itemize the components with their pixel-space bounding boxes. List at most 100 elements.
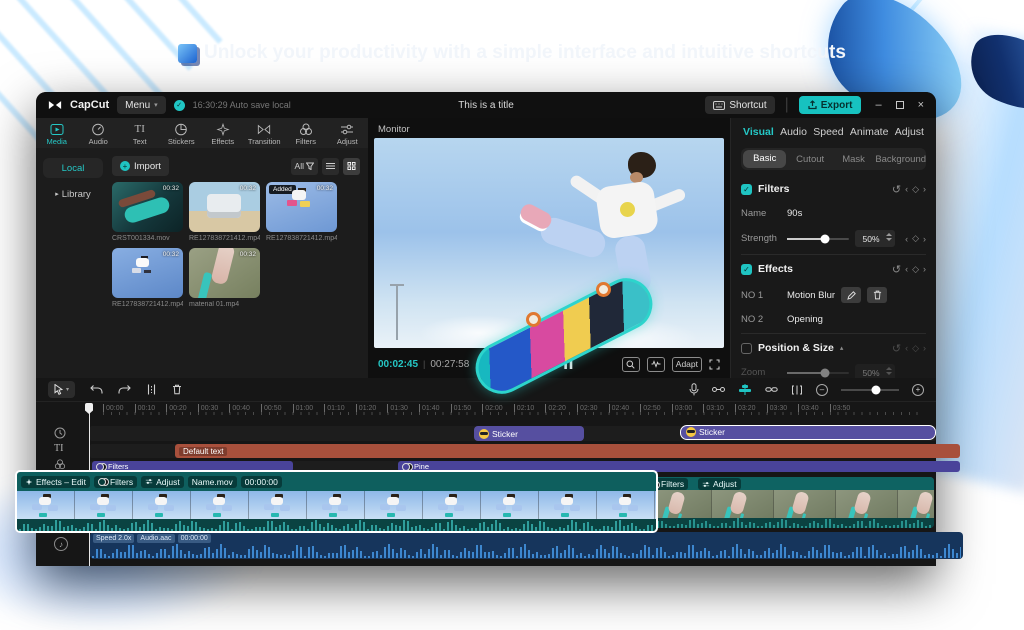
subtab-cutout[interactable]: Cutout <box>788 154 831 165</box>
zoom-property-slider[interactable] <box>787 372 849 374</box>
tab-adjust[interactable]: Adjust <box>327 121 369 146</box>
maximize-button[interactable] <box>896 101 904 109</box>
strength-slider[interactable] <box>787 238 849 240</box>
preview-axis-icon[interactable] <box>738 384 752 395</box>
position-size-checkbox[interactable] <box>741 343 752 354</box>
menu-button[interactable]: Menu ▾ <box>117 96 166 114</box>
effects-checkbox[interactable]: ✓ <box>741 264 752 275</box>
selected-video-clip-overlay[interactable]: Effects – Edit Filters Adjust Name.mov 0… <box>15 470 658 533</box>
minimize-button[interactable]: – <box>875 99 881 111</box>
keyframe-next-icon[interactable]: › <box>923 234 926 244</box>
filter-name-value[interactable]: 90s <box>787 208 802 219</box>
sticker-clip-label: Sticker <box>492 429 518 439</box>
delete-icon[interactable] <box>172 384 182 395</box>
tab-adjust-inspector[interactable]: Adjust <box>895 126 924 138</box>
sticker-clip[interactable]: Sticker <box>474 426 584 441</box>
collapse-icon[interactable]: ▴ <box>840 344 844 352</box>
media-thumbnail[interactable]: 00:32 <box>112 182 183 232</box>
audio-clip[interactable]: Speed 2.0x Audio.aac 00:00:00 <box>90 532 963 559</box>
split-clip-icon[interactable] <box>791 385 803 395</box>
subtab-basic[interactable]: Basic <box>743 150 786 168</box>
media-item[interactable]: Added 00:32 RE127838721412.mp4 <box>266 182 337 242</box>
link-icon[interactable] <box>765 385 778 394</box>
tab-audio-inspector[interactable]: Audio <box>780 126 807 138</box>
tab-filters[interactable]: Filters <box>285 121 327 146</box>
zoom-in-icon[interactable]: + <box>912 384 924 396</box>
undo-icon[interactable] <box>90 384 103 395</box>
tab-speed[interactable]: Speed <box>813 126 843 138</box>
tab-stickers[interactable]: Stickers <box>161 121 203 146</box>
list-view-button[interactable] <box>322 158 339 175</box>
effects-section-title: Effects <box>758 263 793 275</box>
ruler-tick: 00:20 <box>166 404 187 413</box>
reset-icon[interactable]: ↺ <box>892 263 901 276</box>
adapt-button[interactable]: Adapt <box>672 357 702 372</box>
timeline-zoom-slider[interactable] <box>841 389 899 391</box>
filter-all-button[interactable]: All <box>291 158 318 175</box>
media-thumbnail[interactable]: 00:32 <box>189 248 260 298</box>
keyframe-prev-icon[interactable]: ‹ <box>905 184 908 194</box>
select-tool-button[interactable]: ▾ <box>48 381 75 398</box>
media-item[interactable]: 00:32 RE127838721412.mp4 <box>112 248 183 308</box>
effect-name: Opening <box>787 314 823 325</box>
waveform-bar <box>435 523 437 531</box>
keyframe-next-icon[interactable]: › <box>923 184 926 194</box>
keyframe-diamond-icon[interactable]: ◇ <box>912 233 919 244</box>
sidebar-item-local[interactable]: Local <box>43 158 103 178</box>
delete-effect-button[interactable] <box>867 287 887 303</box>
adjust-badge[interactable]: Adjust <box>141 476 184 488</box>
media-thumbnail[interactable]: 00:32 <box>112 248 183 298</box>
sticker-clip-selected[interactable]: Sticker <box>680 425 936 440</box>
tab-media[interactable]: Media <box>36 121 78 146</box>
keyframe-next-icon[interactable]: › <box>923 264 926 274</box>
tab-audio[interactable]: Audio <box>78 121 120 146</box>
split-icon[interactable] <box>146 384 157 395</box>
filters-checkbox[interactable]: ✓ <box>741 184 752 195</box>
tab-animate[interactable]: Animate <box>850 126 889 138</box>
media-sidebar: Local ▸ Library <box>36 148 110 378</box>
media-thumbnail[interactable]: 00:32 <box>189 182 260 232</box>
waveform-bar <box>685 525 687 528</box>
subtab-mask[interactable]: Mask <box>832 154 875 165</box>
media-thumbnail[interactable]: Added 00:32 <box>266 182 337 232</box>
strength-value-box[interactable]: 50% <box>855 230 895 247</box>
filters-badge[interactable]: Filters <box>94 476 137 488</box>
sidebar-item-library[interactable]: ▸ Library <box>43 184 103 204</box>
tab-visual[interactable]: Visual <box>743 126 774 138</box>
import-button[interactable]: + Import <box>112 156 169 176</box>
timeline-ruler[interactable]: 00:0000:1000:2000:3000:4000:5001:0001:10… <box>90 403 936 417</box>
subtab-background[interactable]: Background <box>875 154 926 165</box>
stepper-icon[interactable] <box>886 233 892 241</box>
redo-icon[interactable] <box>118 384 131 395</box>
tab-effects[interactable]: Effects <box>202 121 244 146</box>
snap-icon[interactable] <box>712 385 725 394</box>
effects-edit-badge[interactable]: Effects – Edit <box>21 476 90 488</box>
grid-view-button[interactable] <box>343 158 360 175</box>
tab-transition[interactable]: Transition <box>244 121 286 146</box>
waveform-bar <box>43 524 45 531</box>
keyframe-diamond-icon[interactable]: ◇ <box>912 184 919 195</box>
waveform-bar <box>92 556 94 558</box>
reset-icon[interactable]: ↺ <box>892 183 901 196</box>
shortcut-button[interactable]: Shortcut <box>705 96 774 114</box>
zoom-out-icon[interactable]: – <box>816 384 828 396</box>
zoom-value-box[interactable]: 50% <box>855 364 895 378</box>
media-item[interactable]: 00:32 RE127838721412.mp4 <box>189 182 260 242</box>
keyframe-diamond-icon[interactable]: ◇ <box>912 264 919 275</box>
waveform-bar <box>896 554 898 558</box>
mic-icon[interactable] <box>689 383 699 396</box>
keyframe-prev-icon[interactable]: ‹ <box>905 264 908 274</box>
fullscreen-icon[interactable] <box>709 359 720 370</box>
media-item[interactable]: 00:32 CRST001334.mov <box>112 182 183 242</box>
text-clip[interactable]: Default text <box>175 444 960 458</box>
badge-label: Filters <box>661 479 684 489</box>
waveform-bar <box>128 545 130 558</box>
close-button[interactable]: × <box>918 99 924 111</box>
keyframe-prev-icon[interactable]: ‹ <box>905 234 908 244</box>
waveform-bar <box>499 523 501 531</box>
edit-effect-button[interactable] <box>841 287 861 303</box>
tab-text[interactable]: TI Text <box>119 121 161 146</box>
export-button[interactable]: Export <box>799 96 862 114</box>
waveform-bar <box>885 525 887 528</box>
media-item[interactable]: 00:32 material 01.mp4 <box>189 248 260 308</box>
